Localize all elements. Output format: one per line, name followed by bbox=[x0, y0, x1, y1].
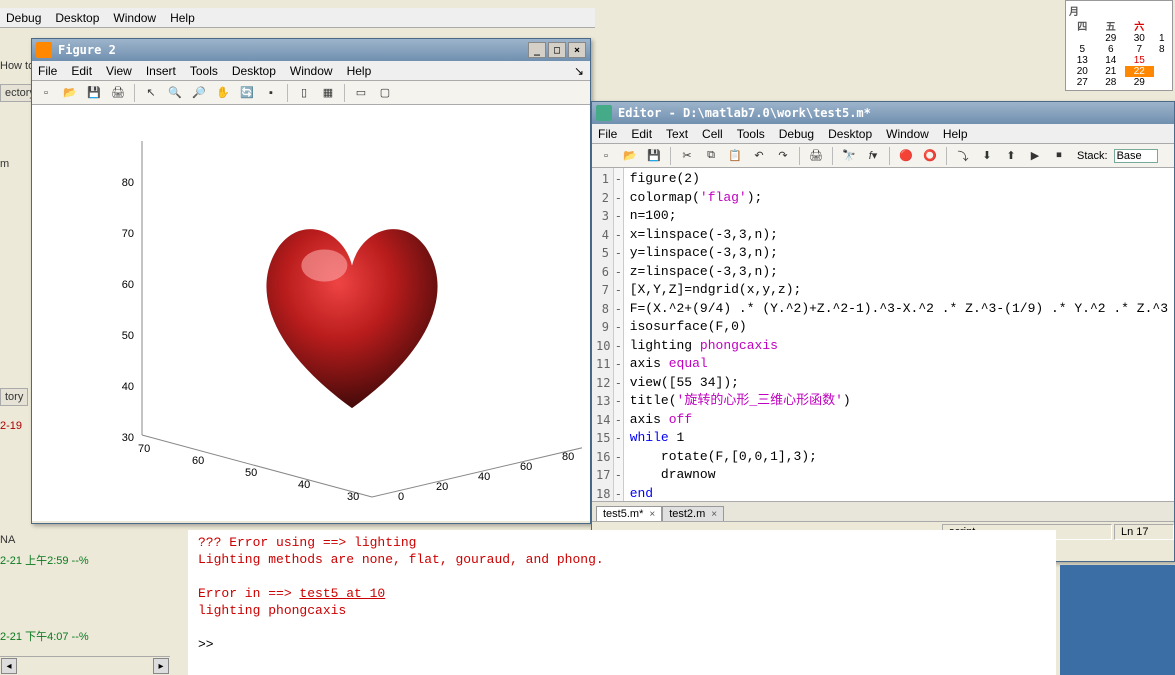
breakpoint-clear-icon[interactable]: ⭕ bbox=[920, 146, 940, 166]
fig-menu-view[interactable]: View bbox=[106, 64, 132, 78]
zoom-in-icon[interactable]: 🔍 bbox=[165, 83, 185, 103]
heart-surface bbox=[237, 205, 467, 425]
ed-menu-debug[interactable]: Debug bbox=[779, 127, 814, 141]
open-icon[interactable]: 📂 bbox=[60, 83, 80, 103]
calendar-today[interactable]: 22 bbox=[1125, 66, 1154, 77]
open-file-icon[interactable]: 📂 bbox=[620, 146, 640, 166]
calendar-month: 月 bbox=[1068, 3, 1170, 18]
history-tab[interactable]: tory bbox=[0, 388, 28, 406]
stop-icon[interactable]: ⏹ bbox=[1049, 146, 1069, 166]
tab-test2[interactable]: test2.m × bbox=[662, 506, 724, 521]
print-icon[interactable]: 🖨 bbox=[806, 146, 826, 166]
ed-menu-cell[interactable]: Cell bbox=[702, 127, 723, 141]
error-line-4: lighting phongcaxis bbox=[198, 602, 1046, 619]
copy-icon[interactable]: ⧉ bbox=[701, 146, 721, 166]
tab-close-icon[interactable]: × bbox=[709, 509, 719, 520]
tab-test5[interactable]: test5.m* × bbox=[596, 506, 662, 521]
step-in-icon[interactable]: ⬇ bbox=[977, 146, 997, 166]
editor-window: Editor - D:\matlab7.0\work\test5.m* File… bbox=[591, 101, 1175, 562]
line-gutter: 123456789101112131415161718 bbox=[592, 168, 614, 501]
code-area[interactable]: figure(2) colormap('flag'); n=100; x=lin… bbox=[624, 168, 1174, 501]
find-icon[interactable]: 🔭 bbox=[839, 146, 859, 166]
fig-menu-insert[interactable]: Insert bbox=[146, 64, 176, 78]
pointer-icon[interactable]: ↖ bbox=[141, 83, 161, 103]
new-file-icon[interactable]: ▫ bbox=[596, 146, 616, 166]
editor-titlebar[interactable]: Editor - D:\matlab7.0\work\test5.m* bbox=[592, 102, 1174, 124]
legend-icon[interactable]: ▦ bbox=[318, 83, 338, 103]
history-entry-1[interactable]: 2-21 上午2:59 --% bbox=[0, 552, 89, 568]
menu-desktop[interactable]: Desktop bbox=[55, 11, 99, 25]
menu-window[interactable]: Window bbox=[113, 11, 156, 25]
new-icon[interactable]: ▫ bbox=[36, 83, 56, 103]
editor-title: Editor - D:\matlab7.0\work\test5.m* bbox=[618, 106, 871, 120]
step-icon[interactable]: ⤵ bbox=[953, 146, 973, 166]
error-line-1: ??? Error using ==> lighting bbox=[198, 534, 1046, 551]
howto-label: How to bbox=[0, 60, 34, 72]
figure-titlebar[interactable]: Figure 2 _ □ × bbox=[32, 39, 590, 61]
save-file-icon[interactable]: 💾 bbox=[644, 146, 664, 166]
history-entry-2[interactable]: 2-21 下午4:07 --% bbox=[0, 628, 89, 644]
ed-menu-desktop[interactable]: Desktop bbox=[828, 127, 872, 141]
undo-icon[interactable]: ↶ bbox=[749, 146, 769, 166]
redo-icon[interactable]: ↷ bbox=[773, 146, 793, 166]
minimize-button[interactable]: _ bbox=[528, 42, 546, 58]
ed-menu-edit[interactable]: Edit bbox=[631, 127, 652, 141]
close-button[interactable]: × bbox=[568, 42, 586, 58]
hscrollbar[interactable]: ◂ ▸ bbox=[0, 656, 170, 674]
m-ext: m bbox=[0, 158, 9, 170]
cut-icon[interactable]: ✂ bbox=[677, 146, 697, 166]
error-line-2: Lighting methods are none, flat, gouraud… bbox=[198, 551, 1046, 568]
colorbar-icon[interactable]: ▯ bbox=[294, 83, 314, 103]
stack-label: Stack: bbox=[1077, 150, 1108, 162]
command-prompt[interactable]: >> bbox=[198, 636, 1046, 653]
continue-icon[interactable]: ▶ bbox=[1025, 146, 1045, 166]
fig-menu-help[interactable]: Help bbox=[347, 64, 372, 78]
editor-icon bbox=[596, 105, 612, 121]
menu-help[interactable]: Help bbox=[170, 11, 195, 25]
calendar-widget: 月 四 五 六 29301 5678 131415 202122 272829 bbox=[1065, 0, 1173, 91]
rotate3d-icon[interactable]: 🔄 bbox=[237, 83, 257, 103]
fig-menu-edit[interactable]: Edit bbox=[71, 64, 92, 78]
ed-menu-tools[interactable]: Tools bbox=[737, 127, 765, 141]
status-position: Ln 17 bbox=[1114, 524, 1174, 540]
figure-title: Figure 2 bbox=[58, 43, 116, 57]
paste-icon[interactable]: 📋 bbox=[725, 146, 745, 166]
undock-icon[interactable]: ▢ bbox=[375, 83, 395, 103]
stack-select[interactable] bbox=[1114, 149, 1158, 163]
figure-window: Figure 2 _ □ × File Edit View Insert Too… bbox=[31, 38, 591, 524]
scroll-left-icon[interactable]: ◂ bbox=[1, 658, 17, 674]
matlab-icon bbox=[36, 42, 52, 58]
tab-close-icon[interactable]: × bbox=[647, 509, 657, 520]
menu-debug[interactable]: Debug bbox=[6, 11, 41, 25]
datacursor-icon[interactable]: ▪ bbox=[261, 83, 281, 103]
desktop-background bbox=[1060, 565, 1175, 675]
pan-icon[interactable]: ✋ bbox=[213, 83, 233, 103]
zoom-out-icon[interactable]: 🔎 bbox=[189, 83, 209, 103]
editor-tabbar: test5.m* × test2.m × bbox=[592, 501, 1174, 521]
scroll-right-icon[interactable]: ▸ bbox=[153, 658, 169, 674]
editor-body[interactable]: 123456789101112131415161718 ------------… bbox=[592, 168, 1174, 501]
breakpoint-set-icon[interactable]: 🔴 bbox=[896, 146, 916, 166]
fig-menu-desktop[interactable]: Desktop bbox=[232, 64, 276, 78]
error-link[interactable]: test5 at 10 bbox=[299, 586, 385, 601]
ed-menu-file[interactable]: File bbox=[598, 127, 617, 141]
ed-menu-window[interactable]: Window bbox=[886, 127, 929, 141]
print-icon[interactable]: 🖨 bbox=[108, 83, 128, 103]
date-entry: 2-19 bbox=[0, 420, 22, 432]
command-window[interactable]: ??? Error using ==> lighting Lighting me… bbox=[188, 530, 1056, 675]
figure-axes[interactable]: 80 70 60 50 40 30 70 60 50 40 30 0 20 40… bbox=[32, 105, 590, 521]
function-icon[interactable]: f▾ bbox=[863, 146, 883, 166]
fig-menu-file[interactable]: File bbox=[38, 64, 57, 78]
ed-menu-text[interactable]: Text bbox=[666, 127, 688, 141]
fig-menu-tools[interactable]: Tools bbox=[190, 64, 218, 78]
fig-menu-window[interactable]: Window bbox=[290, 64, 333, 78]
na-label: NA bbox=[0, 534, 15, 546]
error-line-3: Error in ==> test5 at 10 bbox=[198, 585, 1046, 602]
ed-menu-help[interactable]: Help bbox=[943, 127, 968, 141]
step-out-icon[interactable]: ⬆ bbox=[1001, 146, 1021, 166]
save-icon[interactable]: 💾 bbox=[84, 83, 104, 103]
breakpoint-column[interactable]: ------------------ bbox=[614, 168, 624, 501]
maximize-button[interactable]: □ bbox=[548, 42, 566, 58]
dock-icon[interactable]: ▭ bbox=[351, 83, 371, 103]
